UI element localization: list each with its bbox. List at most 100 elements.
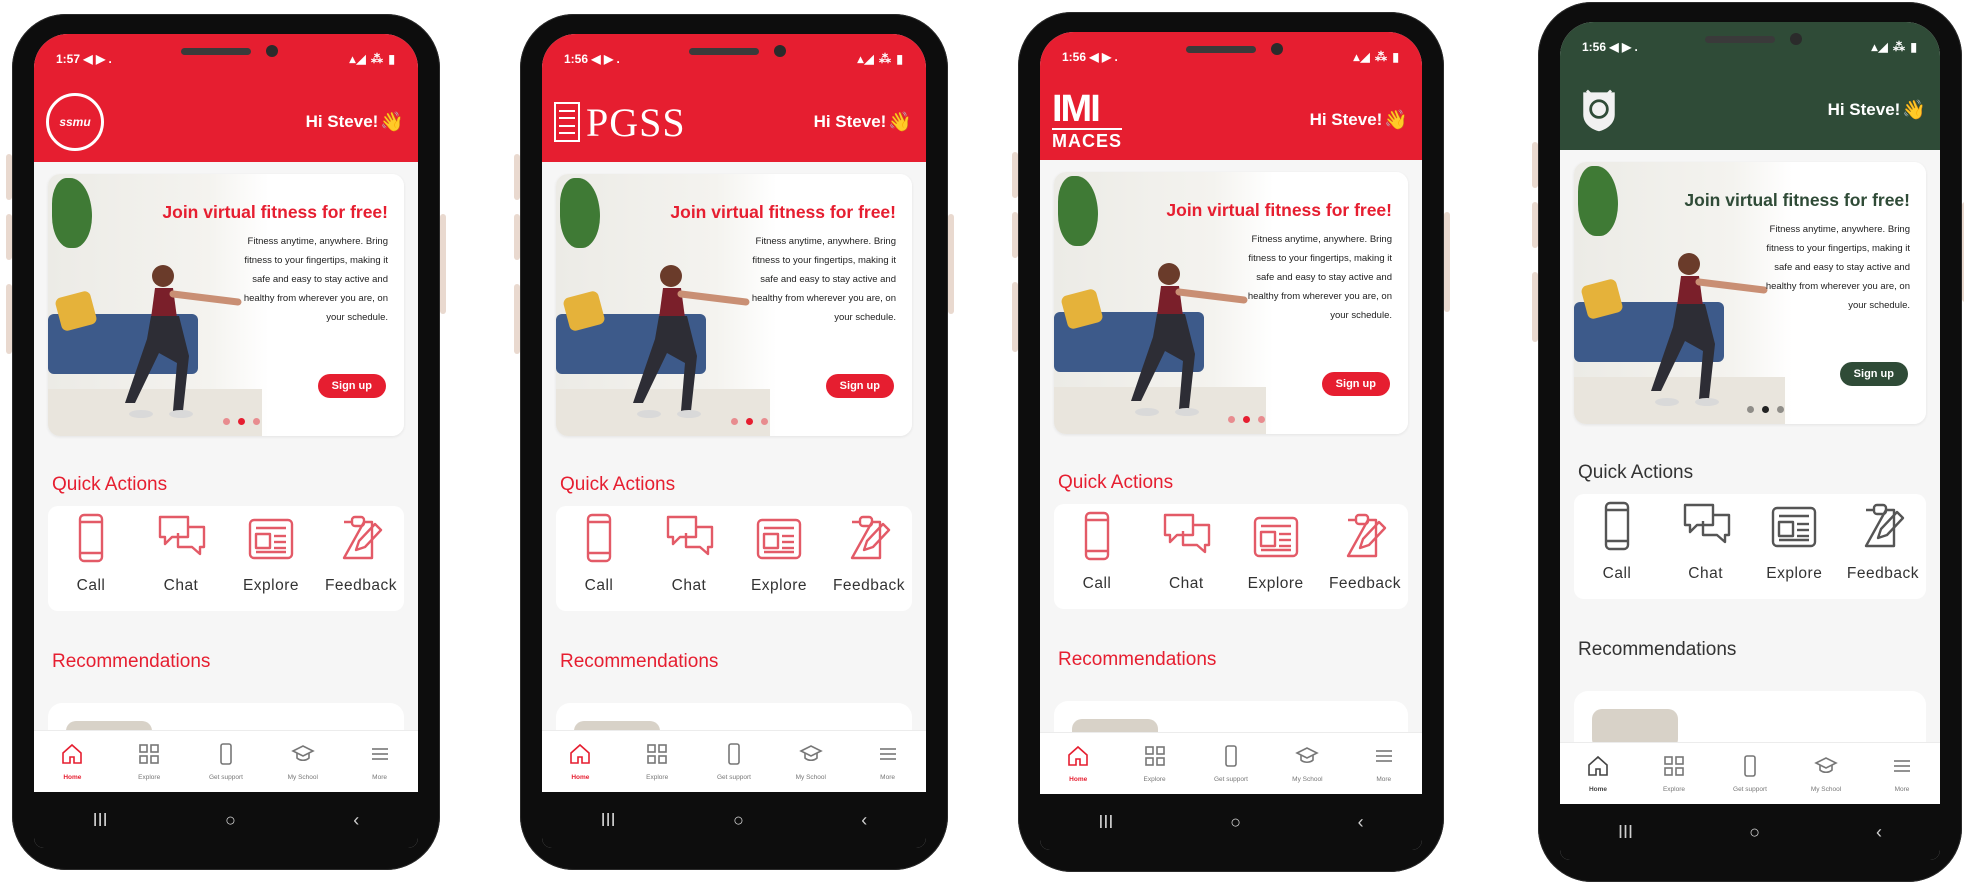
tab-get-support[interactable]: Get support (1201, 744, 1261, 783)
greeting-text: Hi Steve! (305, 112, 379, 131)
sign-up-button[interactable]: Sign up (1321, 372, 1390, 396)
carousel-dot[interactable] (745, 418, 753, 425)
sign-up-button[interactable]: Sign up (1839, 362, 1908, 386)
tab-my-school[interactable]: My School (273, 742, 333, 781)
carousel-dot[interactable] (730, 418, 738, 425)
quick-action-feedback[interactable]: Feedback (830, 512, 908, 595)
carousel-dot[interactable] (1257, 416, 1265, 423)
bixby-button[interactable] (514, 284, 520, 354)
bixby-button[interactable] (1012, 282, 1018, 352)
quick-action-explore[interactable]: Explore (1755, 500, 1833, 583)
back-button[interactable]: ‹ (861, 810, 867, 831)
carousel-indicator[interactable] (1574, 406, 1926, 413)
carousel-dot[interactable] (760, 418, 768, 425)
quick-action-feedback[interactable]: Feedback (1326, 510, 1404, 593)
status-time: 1:56 ◀ ▶ . (1062, 50, 1118, 64)
quick-action-explore[interactable]: Explore (740, 512, 818, 595)
bixby-button[interactable] (6, 284, 12, 354)
tab-more[interactable]: More (858, 742, 918, 781)
fitness-banner[interactable]: Join virtual fitness for free! Fitness an… (48, 174, 404, 436)
carousel-indicator[interactable] (48, 418, 404, 425)
quick-action-chat[interactable]: Chat (1147, 510, 1225, 593)
carousel-indicator[interactable] (556, 418, 912, 425)
carousel-dot[interactable] (252, 418, 260, 425)
sign-up-button[interactable]: Sign up (317, 374, 386, 398)
volume-down-button[interactable] (514, 214, 520, 260)
home-button[interactable]: ○ (225, 810, 236, 831)
quick-action-feedback[interactable]: Feedback (322, 512, 400, 595)
status-bar: 1:56 ◀ ▶ . ▴◢ ⁂ ▮ (542, 34, 926, 82)
power-button[interactable] (1444, 212, 1450, 312)
quick-action-chat[interactable]: Chat (650, 512, 728, 595)
tab-explore[interactable]: Explore (1644, 754, 1704, 793)
status-bar: 1:57 ◀ ▶ . ▴◢ ⁂ ▮ (34, 34, 418, 82)
recent-apps-button[interactable]: III (601, 810, 616, 831)
carousel-dot[interactable] (1227, 416, 1235, 423)
banner-description: Fitness anytime, anywhere. Bring fitness… (1247, 234, 1392, 321)
carousel-dot[interactable] (1776, 406, 1784, 413)
tab-label: My School (795, 774, 826, 781)
feedback-clipboard-icon (1856, 500, 1910, 559)
quick-action-explore[interactable]: Explore (1237, 510, 1315, 593)
sign-up-button[interactable]: Sign up (825, 374, 894, 398)
volume-up-button[interactable] (1012, 152, 1018, 198)
carousel-dot[interactable] (1746, 406, 1754, 413)
tab-home[interactable]: Home (550, 742, 610, 781)
quick-action-feedback[interactable]: Feedback (1844, 500, 1922, 583)
bottom-tab-bar: Home Explore Get support My School More (1560, 742, 1940, 804)
home-button[interactable]: ○ (1749, 822, 1760, 843)
tab-home[interactable]: Home (42, 742, 102, 781)
tab-label: Get support (1733, 786, 1767, 793)
power-button[interactable] (440, 214, 446, 314)
quick-action-call[interactable]: Call (560, 512, 638, 595)
fitness-banner[interactable]: Join virtual fitness for free! Fitness an… (1054, 172, 1408, 434)
quick-action-call[interactable]: Call (52, 512, 130, 595)
home-button[interactable]: ○ (1230, 812, 1241, 833)
tab-my-school[interactable]: My School (1277, 744, 1337, 783)
quick-action-explore[interactable]: Explore (232, 512, 310, 595)
quick-actions-title: Quick Actions (52, 474, 168, 495)
back-button[interactable]: ‹ (1876, 822, 1882, 843)
tab-more[interactable]: More (350, 742, 410, 781)
recent-apps-button[interactable]: III (1618, 822, 1633, 843)
back-button[interactable]: ‹ (353, 810, 359, 831)
back-button[interactable]: ‹ (1358, 812, 1364, 833)
carousel-dot[interactable] (222, 418, 230, 425)
power-button[interactable] (948, 214, 954, 314)
tab-home[interactable]: Home (1568, 754, 1628, 793)
tab-get-support[interactable]: Get support (196, 742, 256, 781)
quick-action-chat[interactable]: Chat (1667, 500, 1745, 583)
carousel-dot[interactable] (1242, 416, 1250, 423)
volume-up-button[interactable] (6, 154, 12, 200)
app-screen: 1:56 ◀ ▶ . ▴◢ ⁂ ▮ Hi Steve! 👋 Join virtual f… (1560, 22, 1940, 860)
bixby-button[interactable] (1532, 272, 1538, 342)
tab-more[interactable]: More (1872, 754, 1932, 793)
volume-up-button[interactable] (1532, 142, 1538, 188)
volume-up-button[interactable] (514, 154, 520, 200)
tab-home[interactable]: Home (1048, 744, 1108, 783)
greeting-text: Hi Steve! (1827, 100, 1901, 119)
quick-action-call[interactable]: Call (1058, 510, 1136, 593)
volume-down-button[interactable] (1532, 202, 1538, 248)
tab-get-support[interactable]: Get support (1720, 754, 1780, 793)
tab-more[interactable]: More (1354, 744, 1414, 783)
carousel-indicator[interactable] (1054, 416, 1408, 423)
recent-apps-button[interactable]: III (93, 810, 108, 831)
home-button[interactable]: ○ (733, 810, 744, 831)
carousel-dot[interactable] (1761, 406, 1769, 413)
volume-down-button[interactable] (6, 214, 12, 260)
carousel-dot[interactable] (237, 418, 245, 425)
recent-apps-button[interactable]: III (1098, 812, 1113, 833)
tab-explore[interactable]: Explore (1125, 744, 1185, 783)
tab-my-school[interactable]: My School (781, 742, 841, 781)
quick-action-chat[interactable]: Chat (142, 512, 220, 595)
quick-action-call[interactable]: Call (1578, 500, 1656, 583)
fitness-banner[interactable]: Join virtual fitness for free! Fitness an… (556, 174, 912, 436)
volume-down-button[interactable] (1012, 212, 1018, 258)
grid-icon (137, 742, 161, 771)
tab-get-support[interactable]: Get support (704, 742, 764, 781)
tab-explore[interactable]: Explore (627, 742, 687, 781)
tab-explore[interactable]: Explore (119, 742, 179, 781)
fitness-banner[interactable]: Join virtual fitness for free! Fitness an… (1574, 162, 1926, 424)
tab-my-school[interactable]: My School (1796, 754, 1856, 793)
